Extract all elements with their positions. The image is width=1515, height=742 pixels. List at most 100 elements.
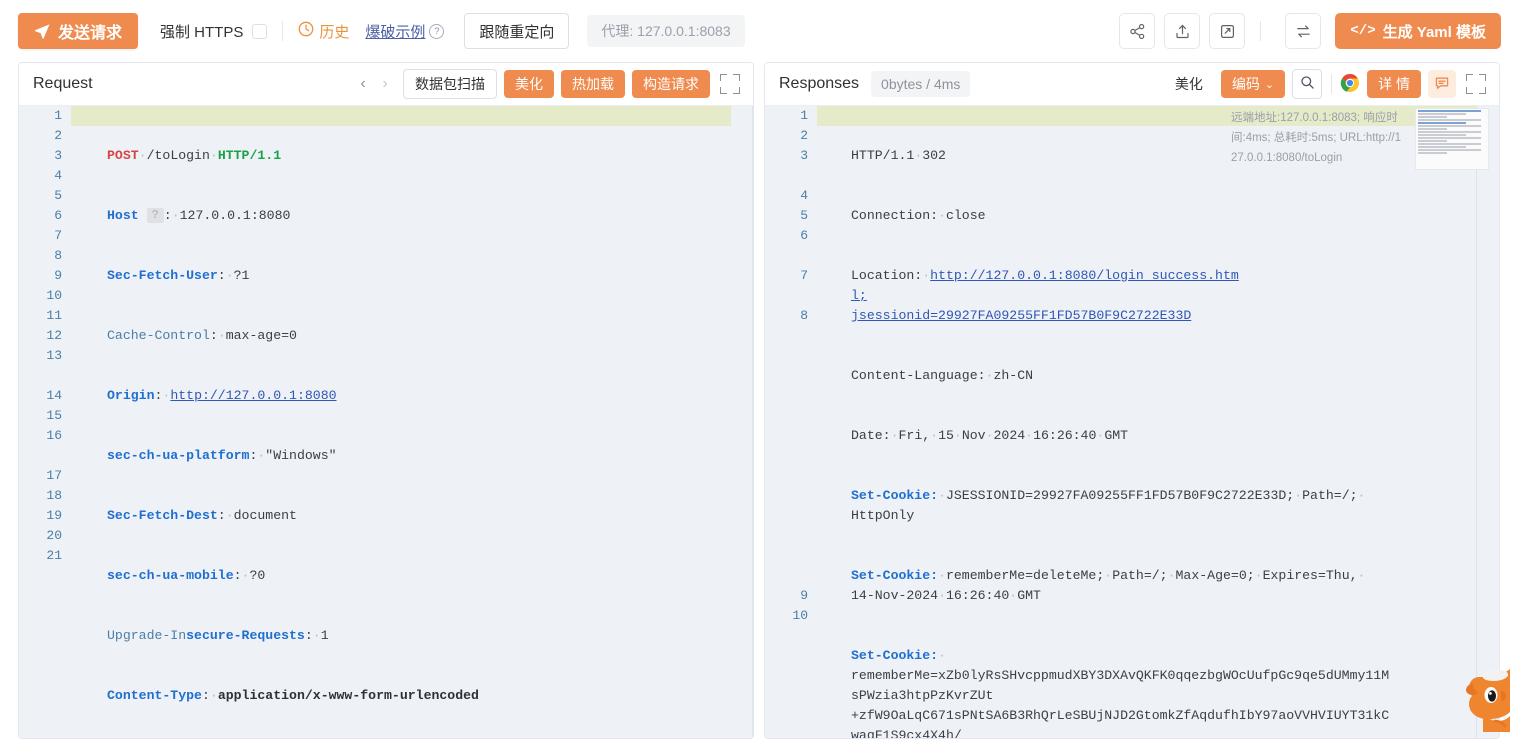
- line-number: 21: [46, 548, 62, 563]
- line-number: 2: [800, 128, 808, 143]
- code-line: Origin:·http://127.0.0.1:8080: [107, 388, 337, 403]
- code-line: Sec-Fetch-User:·?1: [107, 268, 250, 283]
- response-code-area[interactable]: HTTP/1.1·302 Connection:·close Location:…: [817, 106, 1499, 738]
- request-editor[interactable]: 1 2 3 4 5 6 7 8 9 10 11 12 13 14 15 16 1: [19, 106, 753, 738]
- line-number: 4: [54, 168, 62, 183]
- code-line: Date:·Fri,·15·Nov·2024·16:26:40·GMT: [851, 428, 1129, 443]
- line-number: 16: [46, 428, 62, 443]
- line-number: 2: [54, 128, 62, 143]
- encode-dropdown[interactable]: 编码 ⌄: [1220, 70, 1286, 98]
- response-title: Responses: [779, 75, 860, 92]
- code-line: sec-ch-ua-platform:·"Windows": [107, 448, 337, 463]
- generate-yaml-button[interactable]: </> 生成 Yaml 模板: [1335, 13, 1501, 49]
- line-number: 3: [54, 148, 62, 163]
- line-number: 15: [46, 408, 62, 423]
- code-line: HTTP/1.1·302: [851, 148, 946, 163]
- beautify-response-button[interactable]: 美化: [1163, 70, 1214, 98]
- code-line: Upgrade-Insecure-Requests:·1: [107, 628, 329, 643]
- code-line: Host ?:·127.0.0.1:8080: [107, 208, 291, 223]
- search-icon: [1300, 75, 1315, 93]
- response-panel: Responses 0bytes / 4ms 美化 编码 ⌄ 详 情 远端地址:…: [764, 62, 1500, 739]
- blast-example-label: 爆破示例: [365, 23, 426, 41]
- code-line: Content-Language:·zh-CN: [851, 368, 1034, 383]
- help-icon[interactable]: ?: [429, 23, 445, 39]
- line-number: 18: [46, 488, 62, 503]
- follow-redirect-label: 跟随重定向: [479, 23, 555, 41]
- line-number: 5: [800, 208, 808, 223]
- response-head-divider: [1331, 74, 1333, 94]
- line-number: 14: [46, 388, 62, 403]
- edit-request-button[interactable]: [1209, 13, 1246, 49]
- line-number: 3: [800, 148, 808, 163]
- expand-response-icon[interactable]: [1466, 74, 1486, 94]
- prev-request-button[interactable]: ‹: [352, 71, 374, 97]
- comment-button[interactable]: [1428, 70, 1456, 98]
- toolbar-divider-1: [282, 21, 284, 41]
- line-number: 17: [46, 468, 62, 483]
- line-number: 5: [54, 188, 62, 203]
- line-number: 6: [54, 208, 62, 223]
- toolbar-divider-2: [1260, 21, 1262, 41]
- code-line: Location:·http://127.0.0.1:8080/login_su…: [851, 268, 1239, 323]
- line-number: 7: [54, 228, 62, 243]
- line-number: 1: [54, 108, 62, 123]
- code-line: sec-ch-ua-mobile:·?0: [107, 568, 266, 583]
- chrome-icon: [1340, 73, 1360, 96]
- packet-scan-button[interactable]: 数据包扫描: [403, 69, 497, 99]
- request-code-area[interactable]: POST·/toLogin·HTTP/1.1 Host ?:·127.0.0.1…: [71, 106, 753, 738]
- line-number: 13: [46, 348, 62, 363]
- top-toolbar: 发送请求 强制 HTTPS 历史 爆破示例 ? 跟随重定向 代理: 127.0.…: [0, 0, 1515, 62]
- next-request-button[interactable]: ›: [374, 71, 396, 97]
- follow-redirect-button[interactable]: 跟随重定向: [464, 13, 570, 49]
- line-number: 20: [46, 528, 62, 543]
- blast-example-link[interactable]: 爆破示例: [365, 21, 425, 42]
- swap-button[interactable]: [1285, 13, 1322, 49]
- chevron-down-icon: ⌄: [1264, 78, 1275, 91]
- expand-request-icon[interactable]: [720, 74, 740, 94]
- share-icon: [1129, 23, 1146, 40]
- share-button[interactable]: [1119, 13, 1156, 49]
- request-panel-header: Request ‹ › 数据包扫描 美化 热加载 构造请求: [19, 63, 753, 106]
- encode-label: 编码: [1231, 76, 1260, 92]
- search-response-button[interactable]: [1292, 69, 1323, 99]
- code-line: Set-Cookie:·rememberMe=deleteMe;·Path=/;…: [851, 568, 1366, 603]
- code-line: POST·/toLogin·HTTP/1.1: [107, 148, 282, 163]
- hotload-button[interactable]: 热加载: [561, 70, 625, 98]
- code-line: Set-Cookie:·JSESSIONID=29927FA09255FF1FD…: [851, 488, 1366, 523]
- response-editor[interactable]: 远端地址:127.0.0.1:8083; 响应时 间:4ms; 总耗时:5ms;…: [765, 106, 1499, 738]
- code-line: Content-Type:·application/x-www-form-url…: [107, 688, 479, 703]
- http-packet-editor-app: 发送请求 强制 HTTPS 历史 爆破示例 ? 跟随重定向 代理: 127.0.…: [0, 0, 1515, 739]
- line-number: 4: [800, 188, 808, 203]
- line-number: 11: [46, 308, 62, 323]
- send-request-button[interactable]: 发送请求: [18, 13, 139, 49]
- send-request-label: 发送请求: [58, 25, 123, 42]
- line-number: 7: [800, 268, 808, 283]
- request-gutter: 1 2 3 4 5 6 7 8 9 10 11 12 13 14 15 16 1: [19, 106, 71, 738]
- construct-request-button[interactable]: 构造请求: [632, 70, 710, 98]
- open-in-chrome-button[interactable]: [1340, 73, 1360, 96]
- line-number: 1: [800, 108, 808, 123]
- line-number: 6: [800, 228, 808, 243]
- history-button[interactable]: 历史: [298, 21, 349, 42]
- request-title: Request: [33, 75, 93, 92]
- code-line: Connection:·close: [851, 208, 986, 223]
- code-line: Set-Cookie:· rememberMe=xZb0lyRsSHvcppmud…: [851, 648, 1390, 738]
- line-number: 12: [46, 328, 62, 343]
- code-line: Sec-Fetch-Dest:·document: [107, 508, 297, 523]
- panes-container: Request ‹ › 数据包扫描 美化 热加载 构造请求 1 2 3 4 5: [0, 62, 1515, 739]
- generate-yaml-label: 生成 Yaml 模板: [1382, 23, 1486, 41]
- line-number: 8: [800, 308, 808, 323]
- detail-button[interactable]: 详 情: [1367, 70, 1421, 98]
- send-icon: [34, 23, 51, 40]
- line-number: 9: [800, 588, 808, 603]
- line-number: 9: [54, 268, 62, 283]
- line-number: 10: [46, 288, 62, 303]
- force-https-checkbox[interactable]: [252, 23, 268, 39]
- export-button[interactable]: [1164, 13, 1201, 49]
- beautify-request-button[interactable]: 美化: [504, 70, 554, 98]
- code-line: Cache-Control:·max-age=0: [107, 328, 297, 343]
- force-https-label: 强制 HTTPS: [160, 23, 244, 41]
- line-number: 19: [46, 508, 62, 523]
- history-label: 历史: [319, 23, 350, 41]
- proxy-field[interactable]: 代理: 127.0.0.1:8083: [587, 15, 745, 47]
